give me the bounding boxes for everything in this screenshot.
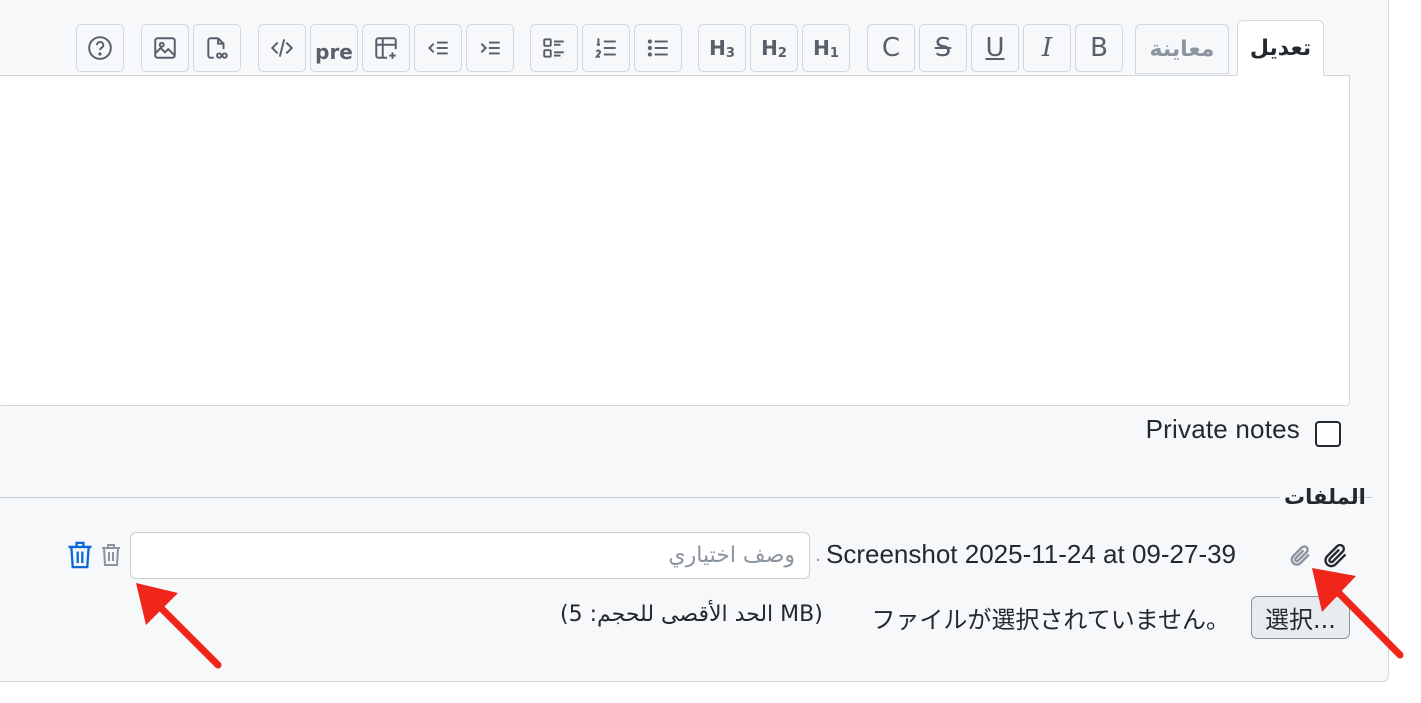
heading1-button[interactable]: H1 (802, 24, 850, 72)
attachment-description-input[interactable] (130, 532, 810, 579)
help-button[interactable] (76, 24, 124, 72)
attachment-separator: . (815, 545, 821, 566)
strikethrough-button[interactable]: S (919, 24, 967, 72)
paperclip-small-icon (1290, 545, 1310, 566)
table-add-icon (375, 37, 397, 59)
ordered-list-button[interactable] (582, 24, 630, 72)
private-notes-label: Private notes (1145, 414, 1300, 444)
unordered-list-icon (647, 39, 668, 57)
heading3-label: H3 (709, 35, 735, 61)
delete-button-disabled[interactable] (98, 541, 124, 569)
underline-label: U (985, 33, 1005, 63)
attachment-filename[interactable]: Screenshot 2025-11-24 at 09-27-39 (826, 539, 1236, 570)
bold-button[interactable]: B (1075, 24, 1123, 72)
outdent-icon (427, 41, 448, 55)
heading2-button[interactable]: H2 (750, 24, 798, 72)
help-icon (88, 36, 112, 60)
choose-file-button[interactable]: 選択... (1251, 596, 1350, 639)
unordered-list-button[interactable] (634, 24, 682, 72)
heading3-button[interactable]: H3 (698, 24, 746, 72)
code-c-button[interactable]: C (867, 24, 915, 72)
trash-gray-icon (102, 544, 120, 566)
outdent-button[interactable] (414, 24, 462, 72)
strikethrough-label: S (934, 33, 952, 63)
code-button[interactable] (258, 24, 306, 72)
private-notes-checkbox[interactable] (1315, 421, 1341, 447)
italic-button[interactable]: I (1023, 24, 1071, 72)
italic-label: I (1041, 33, 1053, 63)
image-icon (154, 37, 176, 59)
ordered-list-icon (594, 38, 616, 58)
insert-image-button[interactable] (141, 24, 189, 72)
indent-icon (480, 41, 500, 55)
pre-label: pre (315, 40, 353, 64)
insert-table-button[interactable] (362, 24, 410, 72)
files-legend: الملفات (1284, 485, 1366, 509)
attachment-type-icon-wrap (1287, 542, 1313, 568)
tab-preview[interactable]: معاينة (1135, 24, 1229, 74)
delete-attachment-button[interactable] (65, 539, 95, 571)
paperclip-icon (1324, 543, 1347, 568)
indent-button[interactable] (466, 24, 514, 72)
heading1-label: H1 (813, 35, 839, 61)
no-file-selected-text: ファイルが選択されていません。 (871, 606, 1230, 634)
trash-icon (68, 541, 92, 569)
underline-button[interactable]: U (971, 24, 1019, 72)
fieldset-border (0, 497, 1280, 498)
heading2-label: H2 (761, 35, 787, 61)
code-icon (270, 39, 294, 57)
editor-textarea[interactable] (0, 75, 1350, 406)
task-list-button[interactable] (530, 24, 578, 72)
bold-label: B (1090, 33, 1108, 63)
pre-button[interactable]: pre (310, 24, 358, 72)
task-list-icon (543, 38, 564, 58)
code-c-label: C (881, 33, 901, 63)
insert-file-link-button[interactable] (193, 24, 241, 72)
file-link-icon (207, 37, 228, 59)
attach-button[interactable] (1320, 540, 1350, 570)
tab-edit[interactable]: تعديل (1237, 20, 1324, 76)
max-size-text: (الحد الأقصى للحجم: 5 MB) (560, 602, 823, 627)
